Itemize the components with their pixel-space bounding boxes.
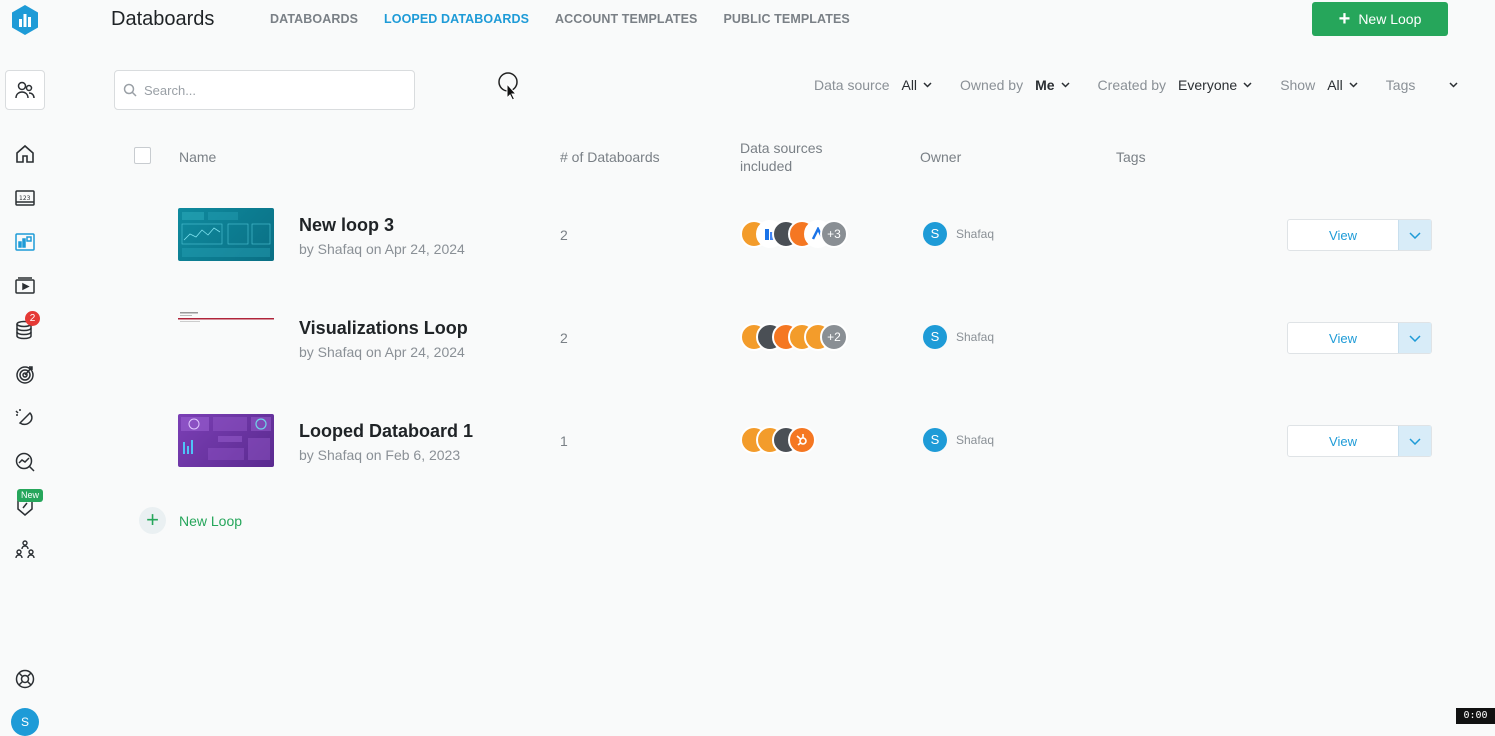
user-avatar[interactable]: S [11, 708, 39, 736]
table-row[interactable]: Visualizations Loop by Shafaq on Apr 24,… [0, 301, 1495, 381]
filter-label-owned-by: Owned by [960, 77, 1024, 93]
loop-thumbnail[interactable] [178, 208, 274, 261]
tab-bar: DATABOARDS LOOPED DATABOARDS ACCOUNT TEM… [270, 12, 876, 26]
column-header-owner: Owner [920, 149, 962, 165]
view-button-group: View [1287, 425, 1432, 457]
column-header-sources: Data sources included [740, 140, 823, 174]
loop-subtitle: by Shafaq on Apr 24, 2024 [299, 344, 465, 360]
account-switch-icon[interactable] [5, 70, 45, 110]
view-button-group: View [1287, 219, 1432, 251]
loop-name[interactable]: Visualizations Loop [299, 318, 468, 339]
owner-name: Shafaq [956, 433, 995, 447]
view-button[interactable]: View [1288, 220, 1398, 250]
filter-label-tags: Tags [1385, 77, 1416, 93]
tab-public-templates[interactable]: PUBLIC TEMPLATES [723, 12, 849, 26]
owner-avatar: S [923, 222, 947, 246]
view-button-group: View [1287, 322, 1432, 354]
filter-label-data-source: Data source [814, 77, 890, 93]
data-sources-list: +3 [740, 220, 848, 248]
filter-value: All [901, 77, 918, 93]
table-row[interactable]: Looped Databoard 1 by Shafaq on Feb 6, 2… [0, 404, 1495, 484]
view-button[interactable]: View [1288, 323, 1398, 353]
new-loop-button[interactable]: + New Loop [1312, 2, 1448, 36]
owner: S Shafaq [923, 222, 994, 246]
search-box[interactable] [114, 70, 415, 110]
filter-tags-select[interactable] [1449, 82, 1458, 88]
chevron-down-icon [1409, 437, 1421, 445]
mouse-cursor-icon [498, 72, 518, 100]
chevron-down-icon [1061, 82, 1070, 88]
search-icon [123, 83, 137, 97]
owner-name: Shafaq [956, 227, 995, 241]
filter-show-select[interactable]: All [1327, 77, 1358, 93]
table-row[interactable]: New loop 3 by Shafaq on Apr 24, 2024 2 +… [0, 198, 1495, 278]
add-new-loop-label: New Loop [179, 512, 243, 529]
hubspot-icon [788, 426, 816, 454]
data-sources-list: +2 [740, 323, 848, 351]
filter-value: Everyone [1178, 77, 1238, 93]
view-button[interactable]: View [1288, 426, 1398, 456]
search-input[interactable] [144, 82, 384, 98]
tab-account-templates[interactable]: ACCOUNT TEMPLATES [555, 12, 697, 26]
owner: S Shafaq [923, 428, 994, 452]
more-sources-count: +3 [820, 220, 848, 248]
loop-thumbnail[interactable] [178, 414, 274, 467]
view-options-dropdown[interactable] [1398, 426, 1431, 456]
chevron-down-icon [1243, 82, 1252, 88]
chevron-down-icon [1449, 82, 1458, 88]
add-new-loop-link[interactable]: + New Loop [139, 507, 242, 534]
chevron-down-icon [1409, 231, 1421, 239]
databoard-count: 1 [560, 433, 568, 449]
owner-avatar: S [923, 428, 947, 452]
view-options-dropdown[interactable] [1398, 323, 1431, 353]
filter-bar: Data source All Owned by Me Created by E… [814, 76, 1458, 94]
plus-icon: + [1338, 8, 1351, 30]
tab-looped-databoards[interactable]: LOOPED DATABOARDS [384, 12, 529, 26]
home-icon[interactable] [13, 142, 37, 166]
view-options-dropdown[interactable] [1398, 220, 1431, 250]
databoard-count: 2 [560, 330, 568, 346]
chevron-down-icon [923, 82, 932, 88]
column-header-count[interactable]: # of Databoards [560, 148, 660, 166]
new-loop-button-label: New Loop [1358, 11, 1422, 27]
owner-avatar: S [923, 325, 947, 349]
loop-name[interactable]: New loop 3 [299, 215, 394, 236]
loop-subtitle: by Shafaq on Apr 24, 2024 [299, 241, 465, 257]
owner-name: Shafaq [956, 330, 995, 344]
filter-owned-by-select[interactable]: Me [1035, 77, 1070, 93]
databoard-count: 2 [560, 227, 568, 243]
chevron-down-icon [1349, 82, 1358, 88]
plus-icon: + [139, 507, 166, 534]
loop-thumbnail[interactable] [178, 311, 274, 364]
more-sources-count: +2 [820, 323, 848, 351]
help-icon[interactable] [13, 667, 37, 691]
filter-label-created-by: Created by [1097, 77, 1167, 93]
tab-databoards[interactable]: DATABOARDS [270, 12, 358, 26]
select-all-checkbox[interactable] [134, 147, 151, 164]
loop-name[interactable]: Looped Databoard 1 [299, 421, 473, 442]
column-header-name[interactable]: Name [179, 148, 216, 166]
data-sources-list [740, 426, 816, 454]
owner: S Shafaq [923, 325, 994, 349]
filter-value: Me [1035, 77, 1055, 93]
filter-created-by-select[interactable]: Everyone [1178, 77, 1252, 93]
filter-value: All [1327, 77, 1343, 93]
filter-label-show: Show [1280, 77, 1316, 93]
team-icon[interactable] [13, 538, 37, 562]
filter-data-source-select[interactable]: All [901, 77, 932, 93]
loop-subtitle: by Shafaq on Feb 6, 2023 [299, 447, 461, 463]
databox-logo-icon[interactable] [10, 4, 40, 36]
column-header-tags: Tags [1116, 149, 1146, 165]
page-title: Databoards [111, 8, 215, 30]
recording-timer: 0:00 [1456, 708, 1495, 724]
chevron-down-icon [1409, 334, 1421, 342]
new-badge: New [17, 489, 44, 502]
